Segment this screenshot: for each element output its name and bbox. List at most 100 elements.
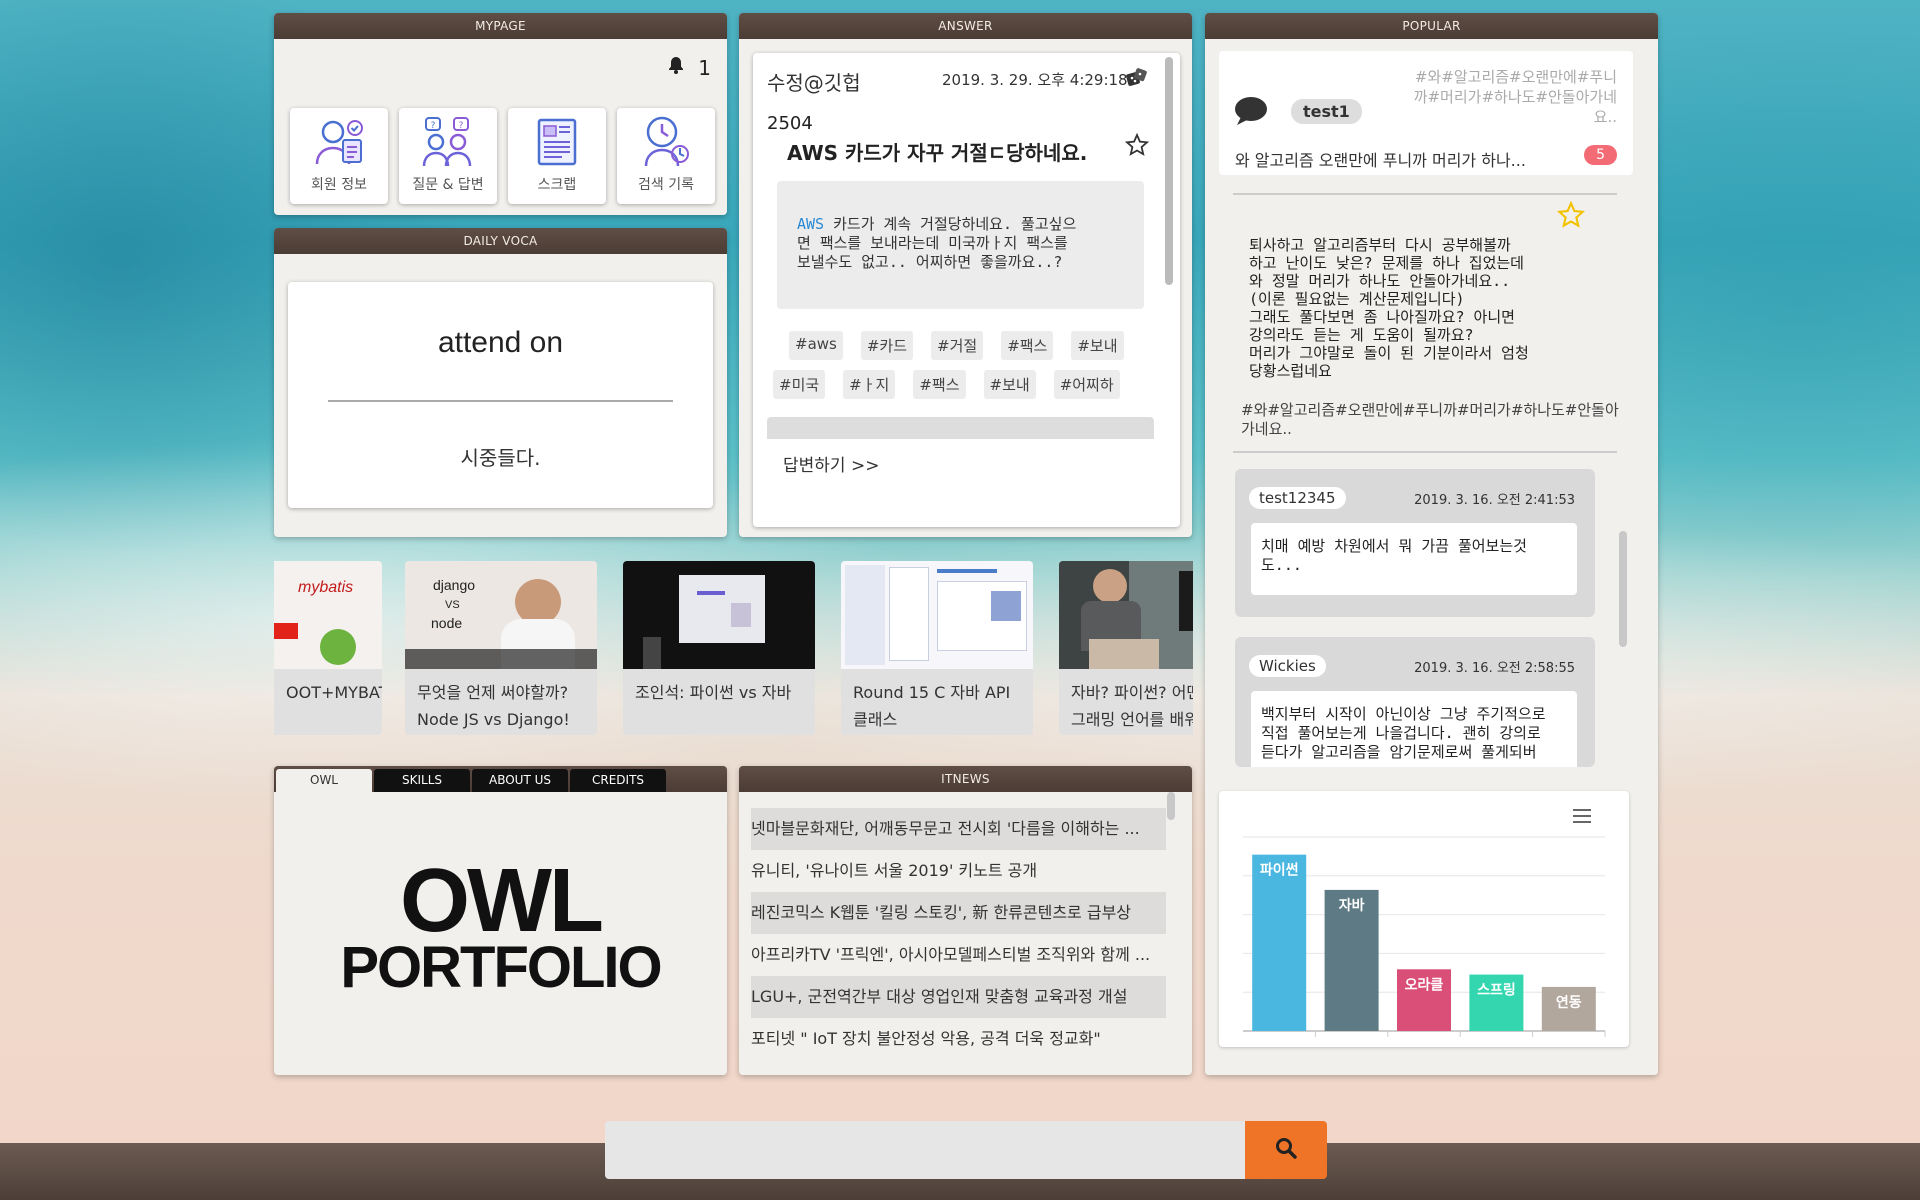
news-item[interactable]: 유니티, '유나이트 서울 2019' 키노트 공개 xyxy=(751,850,1166,892)
news-scrollbar[interactable] xyxy=(1167,792,1175,820)
tab-skills[interactable]: SKILLS xyxy=(374,769,470,792)
video-title: 자바? 파이썬? 어떤 그래밍 언어를 배워 xyxy=(1071,683,1193,729)
chart-bar-label: 오라클 xyxy=(1405,977,1444,993)
news-item[interactable]: 넷마블문화재단, 어깨동무문고 전시회 '다름을 이해하는 ... xyxy=(751,808,1166,850)
comment-card: test12345 2019. 3. 16. 오전 2:41:53 치매 예방 … xyxy=(1235,469,1595,617)
voca-divider xyxy=(328,400,673,402)
django-node-thumb: django VS node xyxy=(405,561,597,669)
body-line: 강의라도 듣는 게 도움이 될까요? xyxy=(1249,326,1474,344)
news-item[interactable]: 아프리카TV '프릭엔', 아시아모델페스티벌 조직위와 함께 ... xyxy=(751,934,1166,976)
tag[interactable]: #미국 xyxy=(773,370,826,399)
popular-body-tags: #와#알고리즘#오랜만에#푸니까#머리가#하나도#안돌아가네요.. xyxy=(1241,401,1619,438)
language-chart: 파이썬 자바 오라클 스프링 연동 xyxy=(1219,791,1629,1047)
scrap-label: 스크랩 xyxy=(537,177,577,193)
chart-bar-label: 스프링 xyxy=(1477,982,1516,999)
popular-question-card[interactable]: test1 #와#알고리즘#오랜만에#푸니까#머리가#하나도#안돌아가네요.. … xyxy=(1219,51,1633,175)
tag[interactable]: #보내 xyxy=(983,370,1036,399)
member-info-button[interactable]: 회원 정보 xyxy=(290,108,388,204)
popular-question-title: 와 알고리즘 오랜만에 푸니까 머리가 하나... xyxy=(1235,151,1526,170)
comment-body: 치매 예방 차원에서 뭐 가끔 풀어보는것 도... xyxy=(1251,523,1577,595)
scrap-button[interactable]: 스크랩 xyxy=(508,108,606,204)
scrap-icon xyxy=(537,118,577,166)
body-line: 와 정말 머리가 하나도 안돌아가네요.. xyxy=(1249,272,1511,290)
question-body-line: 카드가 계속 거절당하네요. 풀고싶으 xyxy=(824,215,1077,233)
video-card[interactable]: 자바? 파이썬? 어떤 그래밍 언어를 배워 xyxy=(1059,561,1193,735)
qna-button[interactable]: ? ? 질문 & 답변 xyxy=(399,108,497,204)
question-number: 2504 xyxy=(767,113,813,134)
tag[interactable]: #aws xyxy=(789,331,843,360)
body-line: 퇴사하고 알고리즘부터 다시 공부해볼까 xyxy=(1249,236,1511,254)
member-info-icon xyxy=(315,120,363,165)
video-card[interactable]: 조인석: 파이썬 vs 자바 xyxy=(623,561,815,735)
tag[interactable]: #팩스 xyxy=(1001,331,1054,360)
tag[interactable]: #팩스 xyxy=(913,370,966,399)
question-author: 수정@깃헙 xyxy=(767,71,861,95)
tag[interactable]: #거절 xyxy=(931,331,984,360)
search-history-button[interactable]: 검색 기록 xyxy=(617,108,715,204)
popular-author: test1 xyxy=(1291,99,1362,124)
itnews-header: ITNEWS xyxy=(739,766,1192,792)
search-bar xyxy=(605,1121,1327,1179)
question-tags: #aws #카드 #거절 #팩스 #보내 #미국 #ㅏ지 #팩스 #보내 #어찌… xyxy=(773,331,1153,399)
question-body: AWS 카드가 계속 거절당하네요. 풀고싶으 면 팩스를 보내라는데 미국까ㅏ… xyxy=(777,181,1144,309)
comment-card: Wickies 2019. 3. 16. 오전 2:58:55 백지부터 시작이… xyxy=(1235,637,1595,767)
comment-date: 2019. 3. 16. 오전 2:58:55 xyxy=(1414,661,1575,676)
voca-card[interactable]: attend on 시중들다. xyxy=(288,282,713,508)
owl-logo-subtitle: PORTFOLIO xyxy=(340,935,662,1000)
video-title: OOT+MYBAT xyxy=(286,683,382,702)
news-item[interactable]: LGU+, 군전역간부 대상 영업인재 맞춤형 교육과정 개설 xyxy=(751,976,1166,1018)
popular-header: POPULAR xyxy=(1205,13,1658,39)
video-carousel[interactable]: mybatis OOT+MYBAT django VS node 무엇을 언제 … xyxy=(274,561,1193,735)
ide-thumb xyxy=(841,561,1033,669)
tab-owl[interactable]: OWL xyxy=(276,769,372,792)
chart-bar-label: 연동 xyxy=(1556,995,1582,1011)
answer-scrollbar[interactable] xyxy=(1165,57,1173,285)
search-button[interactable] xyxy=(1245,1121,1327,1179)
body-line: (이론 필요없는 계산문제입니다) xyxy=(1249,290,1465,308)
qna-icon: ? ? xyxy=(422,117,472,167)
body-line: 그래도 풀다보면 좀 나아질까요? 아니면 xyxy=(1249,308,1515,326)
search-icon xyxy=(1275,1137,1297,1163)
body-line: 머리가 그야말로 돌이 된 기분이라서 엄청 xyxy=(1249,344,1529,362)
tag[interactable]: #보내 xyxy=(1071,331,1124,360)
body-line: 하고 난이도 낮은? 문제를 하나 집었는데 xyxy=(1249,254,1524,272)
search-input[interactable] xyxy=(605,1121,1245,1179)
tag[interactable]: #ㅏ지 xyxy=(843,370,896,399)
itnews-panel: ITNEWS 넷마블문화재단, 어깨동무문고 전시회 '다름을 이해하는 ...… xyxy=(739,766,1192,1075)
notification[interactable]: 1 xyxy=(666,55,711,80)
comment-author: test12345 xyxy=(1249,487,1346,509)
video-title: 무엇을 언제 써야할까? Node JS vs Django! xyxy=(417,683,570,729)
news-item[interactable]: 포티넷 " IoT 장치 불안정성 악용, 공격 더욱 정교화" xyxy=(751,1018,1166,1060)
spring-mybatis-thumb: mybatis xyxy=(274,561,382,669)
search-history-label: 검색 기록 xyxy=(638,177,694,193)
tab-about-us[interactable]: ABOUT US xyxy=(472,769,568,792)
daily-voca-header: DAILY VOCA xyxy=(274,228,727,254)
reply-link[interactable]: 답변하기 >> xyxy=(783,451,879,476)
person-thumb xyxy=(1059,561,1193,669)
answer-count-badge: 5 xyxy=(1584,145,1617,165)
video-card[interactable]: mybatis OOT+MYBAT xyxy=(274,561,382,735)
news-item[interactable]: 레진코믹스 K웹툰 '킬링 스토킹', 新 한류콘텐츠로 급부상 xyxy=(751,892,1166,934)
tag[interactable]: #어찌하 xyxy=(1053,370,1120,399)
video-card[interactable]: django VS node 무엇을 언제 써야할까? Node JS vs D… xyxy=(405,561,597,735)
menu-icon[interactable] xyxy=(1571,807,1593,829)
tag[interactable]: #카드 xyxy=(860,331,914,360)
popular-tags: #와#알고리즘#오랜만에#푸니까#머리가#하나도#안돌아가네요.. xyxy=(1413,68,1617,126)
tab-credits[interactable]: CREDITS xyxy=(570,769,666,792)
bar-chart: 파이썬자바오라클 스프링연동 xyxy=(1243,836,1606,1037)
star-icon[interactable] xyxy=(1124,132,1150,161)
answer-panel: ANSWER 수정@깃헙 2019. 3. 29. 오후 4:29:18 250… xyxy=(739,13,1192,537)
dice-icon[interactable] xyxy=(1125,67,1149,95)
star-icon[interactable] xyxy=(1556,200,1586,233)
chart-bar[interactable] xyxy=(1252,854,1307,1031)
mypage-header: MYPAGE xyxy=(274,13,727,39)
search-history-icon xyxy=(644,116,689,167)
popular-scrollbar[interactable] xyxy=(1619,531,1627,647)
chart-bar-label: 파이썬 xyxy=(1260,862,1299,879)
question-body-keyword: AWS xyxy=(797,215,825,233)
bell-icon[interactable] xyxy=(666,55,686,80)
qna-label: 질문 & 답변 xyxy=(412,177,484,193)
news-list: 넷마블문화재단, 어깨동무문고 전시회 '다름을 이해하는 ... 유니티, '… xyxy=(751,808,1166,1060)
question-body-line: 보낼수도 없고.. 어찌하면 좋을까요..? xyxy=(797,253,1063,271)
video-card[interactable]: Round 15 C 자바 API 클래스 xyxy=(841,561,1033,735)
